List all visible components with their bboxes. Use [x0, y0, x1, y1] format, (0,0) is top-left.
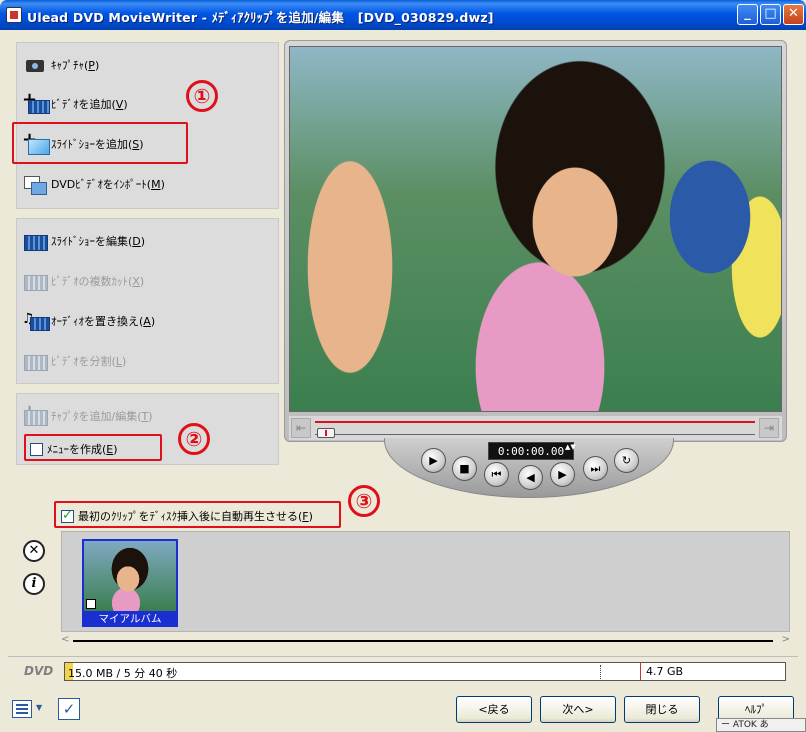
title-bar[interactable]: Ulead DVD MovieWriter - ﾒﾃﾞｨｱｸﾘｯﾌﾟを追加/編集…	[0, 0, 806, 30]
timecode-display[interactable]: 0:00:00.00	[488, 442, 574, 460]
highlight-box-1	[12, 122, 188, 164]
autoplay-checkbox-row[interactable]: 最初のｸﾘｯﾌﾟをﾃﾞｨｽｸ挿入後に自動再生させる(F)	[61, 508, 313, 524]
clip-thumbnail	[84, 541, 176, 611]
check-icon[interactable]: ✓	[58, 698, 80, 720]
import-dvd-video-button[interactable]: DVDﾋﾞﾃﾞｵをｲﾝﾎﾟｰﾄ(M)	[22, 173, 165, 195]
app-icon[interactable]	[6, 7, 22, 23]
capture-button[interactable]: ｷｬﾌﾟﾁｬ(P)	[22, 54, 99, 76]
scrub-bar[interactable]: ⇤ ⇥	[289, 416, 782, 440]
edit-slideshow-button[interactable]: ｽﾗｲﾄﾞｼｮｰを編集(D)	[22, 230, 145, 252]
add-chapter-icon	[22, 401, 48, 426]
minimize-button[interactable]: _	[737, 4, 758, 25]
annotation-1: ①	[186, 80, 218, 112]
go-to-end-button[interactable]: ⏭	[583, 456, 608, 481]
audio-note-icon	[22, 311, 50, 331]
scrub-next-icon[interactable]: ⇥	[759, 418, 779, 438]
edit-slideshow-label: ｽﾗｲﾄﾞｼｮｰを編集(D)	[51, 235, 146, 248]
multi-trim-icon	[22, 271, 48, 291]
autoplay-checkbox[interactable]	[61, 508, 74, 523]
scroll-track[interactable]	[73, 640, 773, 642]
next-button[interactable]: 次へ>	[540, 696, 616, 723]
capacity-limit-marker	[640, 663, 641, 680]
import-dvd-label: DVDﾋﾞﾃﾞｵをｲﾝﾎﾟｰﾄ(M)	[51, 178, 165, 191]
stop-button[interactable]: ■	[452, 456, 477, 481]
replace-audio-button[interactable]: ｵｰﾃﾞｨｵを置き換え(A)	[22, 310, 155, 332]
back-button[interactable]: <戻る	[456, 696, 532, 723]
preview-image	[289, 46, 782, 412]
go-to-start-button[interactable]: ⏮	[484, 462, 509, 487]
camera-icon	[22, 55, 48, 75]
split-video-label: ﾋﾞﾃﾞｵを分割(L)	[51, 355, 127, 368]
add-video-button[interactable]: ﾋﾞﾃﾞｵを追加(V)	[22, 89, 128, 115]
ime-toolbar[interactable]: ー ATOK あ	[716, 718, 806, 732]
dvd-format-label: DVD	[24, 664, 54, 678]
clip-info-icon[interactable]: i	[23, 573, 45, 595]
scrub-thumb[interactable]	[317, 428, 335, 438]
next-frame-button[interactable]: ▶	[550, 462, 575, 487]
slideshow-badge-icon	[86, 599, 96, 609]
scrub-prev-icon[interactable]: ⇤	[291, 418, 311, 438]
autoplay-label: 最初のｸﾘｯﾌﾟをﾃﾞｨｽｸ挿入後に自動再生させる(F)	[78, 510, 313, 523]
media-clip-item[interactable]: マイアルバム	[82, 539, 178, 627]
scroll-right-icon[interactable]: >	[782, 634, 790, 645]
add-chapter-button[interactable]: ﾁｬﾌﾟﾀを追加/編集(T)	[22, 401, 153, 427]
close-window-button[interactable]: ✕	[783, 4, 804, 25]
play-button[interactable]: ▶	[421, 448, 446, 473]
split-video-button[interactable]: ﾋﾞﾃﾞｵを分割(L)	[22, 350, 126, 372]
scrub-track	[315, 434, 755, 435]
maximize-button[interactable]: □	[760, 4, 781, 25]
add-video-label: ﾋﾞﾃﾞｵを追加(V)	[51, 98, 128, 111]
import-dvd-icon	[22, 174, 48, 195]
replace-audio-label: ｵｰﾃﾞｨｵを置き換え(A)	[51, 315, 156, 328]
timecode-spinner-icon[interactable]: ▲▼	[565, 444, 576, 451]
multi-trim-button[interactable]: ﾋﾞﾃﾞｵの複数ｶｯﾄ(X)	[22, 270, 144, 292]
add-video-icon	[22, 89, 50, 114]
view-dropdown-icon[interactable]: ▼	[36, 703, 42, 712]
capacity-used-text: 15.0 MB / 5 分 40 秒	[68, 667, 178, 680]
disc-capacity-bar: 15.0 MB / 5 分 40 秒 4.7 GB	[64, 662, 786, 681]
capture-label: ｷｬﾌﾟﾁｬ(P)	[51, 59, 100, 72]
list-view-icon[interactable]	[12, 700, 32, 718]
edit-slideshow-icon	[22, 231, 48, 251]
window-title: Ulead DVD MovieWriter - ﾒﾃﾞｨｱｸﾘｯﾌﾟを追加/編集…	[27, 10, 494, 25]
scroll-left-icon[interactable]: <	[61, 634, 69, 645]
close-button[interactable]: 閉じる	[624, 696, 700, 723]
delete-clip-icon[interactable]: ✕	[23, 540, 45, 562]
split-video-icon	[22, 351, 48, 371]
capacity-marker	[600, 665, 601, 679]
multi-trim-label: ﾋﾞﾃﾞｵの複数ｶｯﾄ(X)	[51, 275, 145, 288]
repeat-button[interactable]: ↻	[614, 448, 639, 473]
annotation-2: ②	[178, 423, 210, 455]
highlight-box-2	[24, 434, 162, 461]
trim-range-track	[315, 421, 755, 423]
disc-capacity-label: 4.7 GB	[646, 665, 684, 678]
add-chapter-label: ﾁｬﾌﾟﾀを追加/編集(T)	[51, 410, 153, 423]
clip-title: マイアルバム	[98, 613, 162, 625]
previous-frame-button[interactable]: ◀	[518, 465, 543, 490]
annotation-3: ③	[348, 485, 380, 517]
media-scrollbar[interactable]: < >	[61, 634, 790, 648]
